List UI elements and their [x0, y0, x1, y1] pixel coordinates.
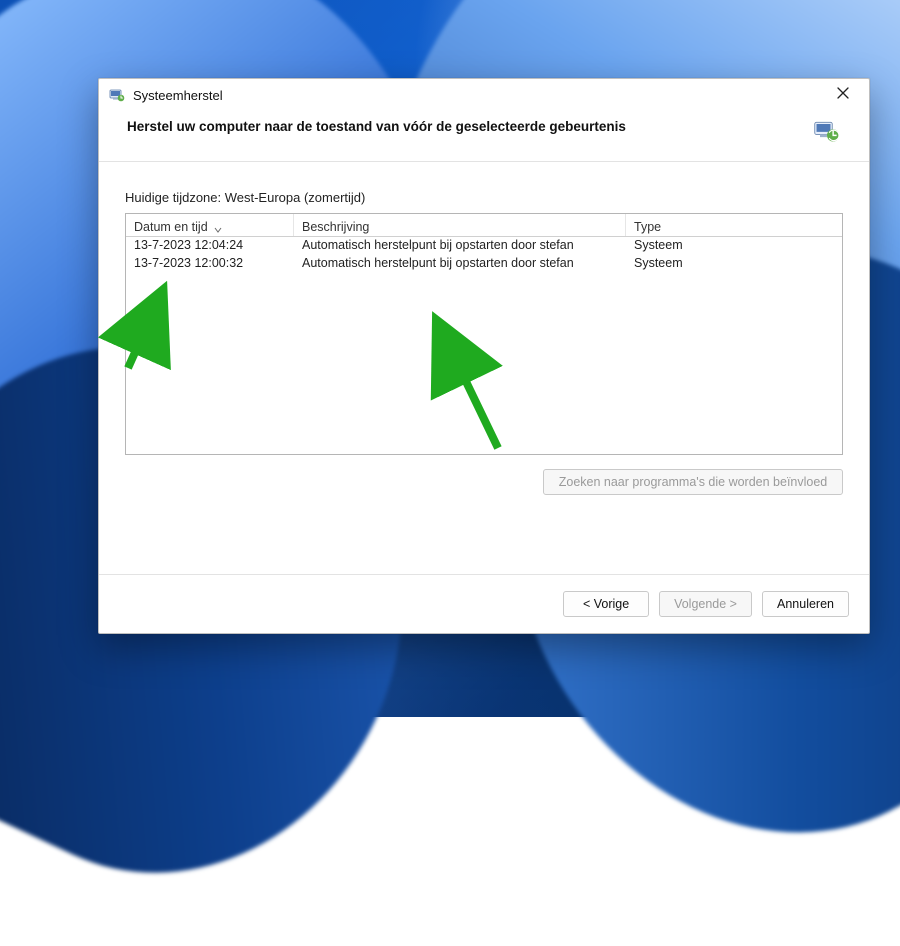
close-icon [837, 87, 849, 103]
cell-description: Automatisch herstelpunt bij opstarten do… [294, 237, 626, 255]
sort-descending-icon [214, 223, 222, 231]
system-restore-large-icon [813, 117, 841, 145]
next-button: Volgende > [659, 591, 752, 617]
column-header-type-label: Type [634, 220, 661, 234]
cell-date: 13-7-2023 12:04:24 [126, 237, 294, 255]
close-button[interactable] [823, 81, 863, 109]
cell-description: Automatisch herstelpunt bij opstarten do… [294, 255, 626, 273]
cell-type: Systeem [626, 237, 832, 255]
cell-date: 13-7-2023 12:00:32 [126, 255, 294, 273]
window-title: Systeemherstel [133, 88, 823, 103]
dialog-body: Huidige tijdzone: West-Europa (zomertijd… [99, 162, 869, 574]
titlebar: Systeemherstel [99, 79, 869, 111]
wizard-footer: < Vorige Volgende > Annuleren [99, 574, 869, 633]
scan-affected-programs-button: Zoeken naar programma's die worden beïnv… [543, 469, 843, 495]
cell-type: Systeem [626, 255, 832, 273]
system-restore-icon [109, 87, 125, 103]
scan-row: Zoeken naar programma's die worden beïnv… [125, 469, 843, 495]
list-header: Datum en tijd Beschrijving Type [126, 214, 842, 237]
restore-points-list[interactable]: Datum en tijd Beschrijving Type 13-7-202… [125, 213, 843, 455]
table-row[interactable]: 13-7-2023 12:00:32 Automatisch herstelpu… [126, 255, 842, 273]
page-title: Herstel uw computer naar de toestand van… [127, 117, 801, 134]
header-band: Herstel uw computer naar de toestand van… [99, 111, 869, 162]
column-header-date[interactable]: Datum en tijd [126, 214, 294, 236]
column-header-date-label: Datum en tijd [134, 220, 208, 234]
table-row[interactable]: 13-7-2023 12:04:24 Automatisch herstelpu… [126, 237, 842, 255]
timezone-label: Huidige tijdzone: West-Europa (zomertijd… [125, 190, 843, 205]
system-restore-dialog: Systeemherstel Herstel uw computer naar … [98, 78, 870, 634]
list-rows: 13-7-2023 12:04:24 Automatisch herstelpu… [126, 237, 842, 273]
back-button[interactable]: < Vorige [563, 591, 649, 617]
cancel-button[interactable]: Annuleren [762, 591, 849, 617]
column-header-description[interactable]: Beschrijving [294, 214, 626, 236]
column-header-description-label: Beschrijving [302, 220, 369, 234]
column-header-type[interactable]: Type [626, 214, 832, 236]
